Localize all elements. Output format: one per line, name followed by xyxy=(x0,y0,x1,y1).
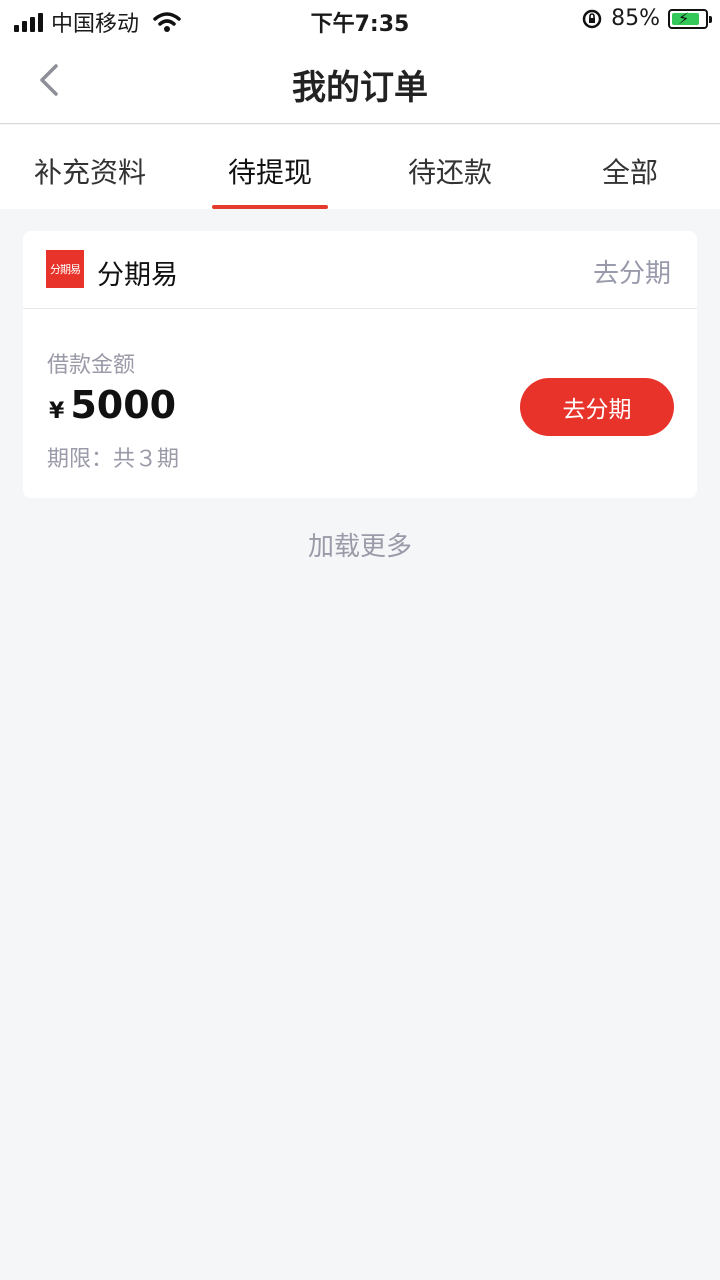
status-bar: 中国移动 下午7:35 85% ⚡ xyxy=(0,0,720,40)
amount-value: 5000 xyxy=(70,383,177,427)
amount-label: 借款金额 xyxy=(47,353,136,378)
installment-link[interactable]: 去分期 xyxy=(593,253,671,290)
nav-bar: 我的订单 xyxy=(0,40,720,124)
tab-supplement-info[interactable]: 补充资料 xyxy=(0,125,180,209)
tab-all[interactable]: 全部 xyxy=(540,125,720,209)
brand-logo-text: 分期易 xyxy=(50,263,81,276)
status-right: 85% ⚡ xyxy=(581,6,712,31)
rotation-lock-icon xyxy=(582,9,602,28)
battery-percent: 85% xyxy=(611,6,660,31)
installment-button[interactable]: 去分期 xyxy=(520,378,674,436)
order-card: 分期易 分期易 去分期 借款金额 ¥ 5000 期限：共３期 去分期 xyxy=(23,231,697,498)
order-tabs: 补充资料 待提现 待还款 全部 xyxy=(0,125,720,209)
loan-term: 期限：共３期 xyxy=(47,447,180,472)
load-more-button[interactable]: 加载更多 xyxy=(0,526,720,563)
brand-name: 分期易 xyxy=(97,260,178,291)
tab-pending-withdrawal[interactable]: 待提现 xyxy=(180,125,360,209)
order-card-header: 分期易 分期易 去分期 xyxy=(23,231,697,309)
currency-symbol: ¥ xyxy=(49,399,65,424)
loan-amount: ¥ 5000 xyxy=(49,383,176,427)
battery-icon: ⚡ xyxy=(668,8,712,29)
brand-logo: 分期易 xyxy=(46,250,84,288)
page-title: 我的订单 xyxy=(292,68,428,108)
tab-pending-repayment[interactable]: 待还款 xyxy=(360,125,540,209)
